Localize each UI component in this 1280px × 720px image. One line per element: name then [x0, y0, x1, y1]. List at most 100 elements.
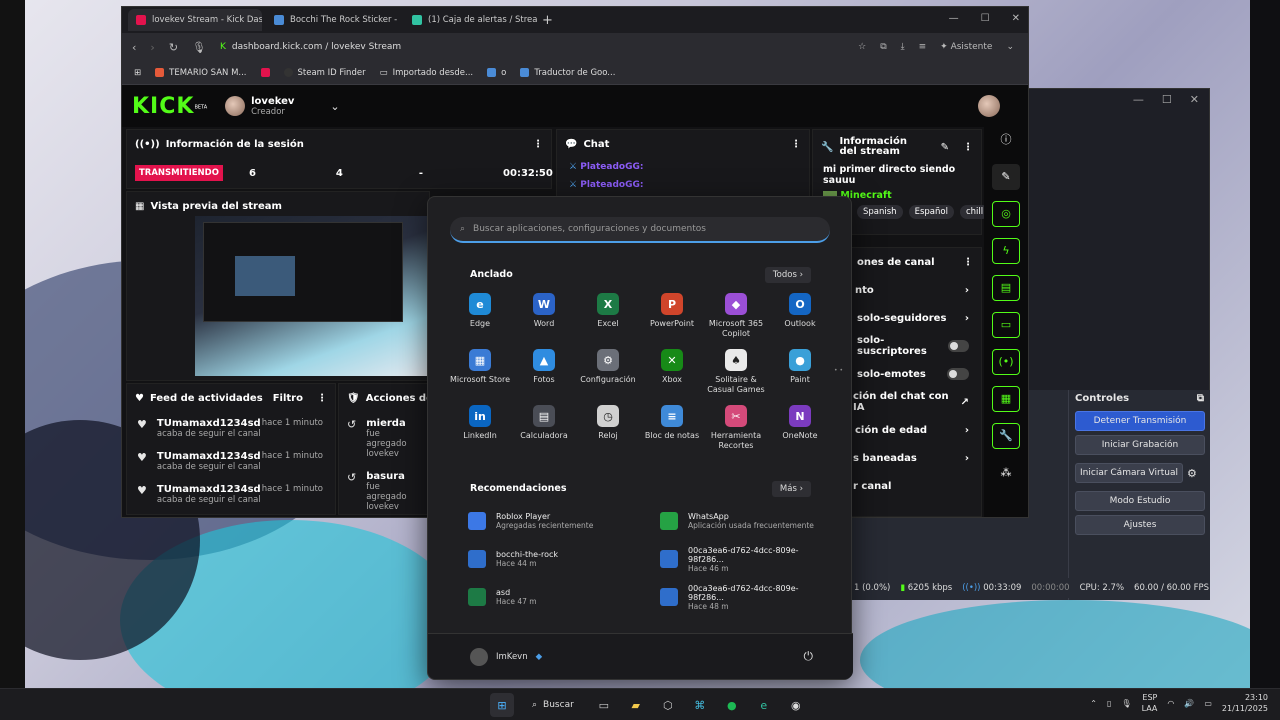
pinned-app[interactable]: ✂ Herramienta Recortes [704, 405, 768, 453]
wifi-icon[interactable]: ◠ [1167, 699, 1174, 708]
windows-start-icon[interactable]: ⊞ [490, 693, 514, 717]
spotify-icon[interactable]: ● [720, 693, 744, 717]
gear-icon[interactable]: ⚙ [1187, 467, 1197, 480]
download-icon[interactable]: ⤓ [901, 42, 905, 52]
tab-kick-dashboard[interactable]: lovekev Stream - Kick Dashbo✕ [128, 9, 262, 31]
bookmark-o[interactable]: o [487, 68, 506, 78]
pinned-app[interactable]: ● Paint [768, 349, 832, 397]
edit-icon[interactable]: ✎ [992, 164, 1020, 190]
extensions-icon[interactable]: ⧉ [880, 42, 886, 52]
pinned-app[interactable]: O Outlook [768, 293, 832, 341]
task-view-icon[interactable]: ▭ [592, 693, 616, 717]
pinned-app[interactable]: ▤ Calculadora [512, 405, 576, 453]
stream-preview-video[interactable] [195, 216, 435, 376]
kick-logo[interactable]: KICKBETA [132, 94, 207, 119]
language-indicator[interactable]: ESP LAA [1142, 692, 1158, 714]
mic-icon[interactable]: 🎙 [1121, 699, 1131, 708]
bookmark-youtube[interactable] [260, 68, 270, 77]
forward-icon[interactable]: › [150, 41, 154, 54]
channel-switcher[interactable]: lovekev Creador ⌄ [225, 96, 340, 117]
tag-chip[interactable]: Español [908, 205, 954, 219]
pinned-app[interactable]: N OneNote [768, 405, 832, 453]
start-recording-button[interactable]: Iniciar Grabación [1075, 435, 1205, 455]
usb-icon[interactable]: ▯ [1107, 699, 1111, 708]
tab-streamlabs[interactable]: (1) Caja de alertas / Streamlab [404, 9, 538, 31]
taskbar-search[interactable]: ⌕ Buscar [522, 693, 584, 717]
capcut-icon[interactable]: ⌘ [688, 693, 712, 717]
volume-icon[interactable]: 🔊 [1184, 699, 1194, 708]
studio-mode-button[interactable]: Modo Estudio [1075, 491, 1205, 511]
pinned-app[interactable]: in LinkedIn [448, 405, 512, 453]
recommendation-item[interactable]: bocchi-the-rock Hace 44 m [468, 545, 660, 573]
undock-icon[interactable]: ⧉ [1197, 393, 1204, 404]
edit-icon[interactable]: ✎ [941, 142, 949, 153]
bookmark-temario[interactable]: TEMARIO SAN M... [155, 68, 247, 78]
reload-icon[interactable]: ↻ [169, 41, 178, 54]
pinned-app[interactable]: W Word [512, 293, 576, 341]
clock[interactable]: 23:10 21/11/2025 [1222, 692, 1268, 714]
obs-icon[interactable]: ◉ [784, 693, 808, 717]
profile-avatar[interactable] [978, 95, 1000, 117]
more-button[interactable]: Más › [771, 481, 811, 497]
edge-icon[interactable]: e [752, 693, 776, 717]
back-icon[interactable]: ‹ [132, 41, 136, 54]
battery-icon[interactable]: ▭ [1204, 699, 1212, 708]
chevron-down-icon[interactable]: ⌄ [330, 100, 339, 113]
menu-icon[interactable]: ≡ [919, 42, 927, 52]
maximize-icon[interactable]: ☐ [1162, 93, 1172, 109]
filter-button[interactable]: Filtro [273, 393, 303, 404]
chevron-down-icon[interactable]: ⌄ [1006, 42, 1014, 52]
chevron-up-icon[interactable]: ⌃ [1090, 699, 1097, 708]
minimize-icon[interactable]: — [949, 13, 959, 24]
stop-streaming-button[interactable]: Detener Transmisión [1075, 411, 1205, 431]
more-icon[interactable]: ⋮ [533, 139, 543, 150]
more-icon[interactable]: ⋮ [791, 139, 801, 150]
close-icon[interactable]: ✕ [1012, 13, 1020, 24]
recommendation-item[interactable]: asd Hace 47 m [468, 583, 660, 611]
pinned-app[interactable]: ≡ Bloc de notas [640, 405, 704, 453]
more-icon[interactable]: ⋮ [963, 142, 973, 153]
start-search-input[interactable]: ⌕ Buscar aplicaciones, configuraciones y… [450, 217, 830, 243]
bookmark-translate[interactable]: Traductor de Goo... [520, 68, 615, 78]
user-avatar[interactable] [470, 647, 488, 666]
camera-icon[interactable]: ◎ [992, 201, 1020, 227]
file-explorer-icon[interactable]: ▰ [624, 693, 648, 717]
all-apps-button[interactable]: Todos › [764, 267, 811, 283]
more-icon[interactable]: ⋮ [317, 393, 327, 404]
recommendation-item[interactable]: 00ca3ea6-d762-4dcc-809e-98f286... Hace 48… [660, 583, 828, 611]
lightning-icon[interactable]: ϟ [992, 238, 1020, 264]
user-name[interactable]: ImKevn [496, 652, 528, 662]
pinned-app[interactable]: ⚙ Configuración [576, 349, 640, 397]
info-icon[interactable]: ⓘ [992, 127, 1020, 153]
url-field[interactable]: Kdashboard.kick.com / lovekev Stream [220, 42, 401, 52]
document-icon[interactable]: ▤ [992, 275, 1020, 301]
pinned-app[interactable]: ✕ Xbox [640, 349, 704, 397]
more-icon[interactable]: ⋮ [963, 257, 973, 268]
settings-button[interactable]: Ajustes [1075, 515, 1205, 535]
new-tab-icon[interactable]: + [542, 13, 553, 28]
close-icon[interactable]: ✕ [1190, 93, 1199, 109]
pinned-app[interactable]: P PowerPoint [640, 293, 704, 341]
recommendation-item[interactable]: WhatsApp Aplicación usada frecuentemente [660, 507, 828, 535]
recommendation-item[interactable]: 00ca3ea6-d762-4dcc-809e-98f286... Hace 46… [660, 545, 828, 573]
start-virtual-camera-button[interactable]: Iniciar Cámara Virtual [1075, 463, 1183, 483]
pinned-app[interactable]: e Edge [448, 293, 512, 341]
pinned-app[interactable]: ♠ Solitaire & Casual Games [704, 349, 768, 397]
maximize-icon[interactable]: ☐ [981, 13, 990, 24]
minimize-icon[interactable]: — [1133, 93, 1144, 109]
pinned-app[interactable]: ▦ Microsoft Store [448, 349, 512, 397]
pinned-app[interactable]: X Excel [576, 293, 640, 341]
tag-chip[interactable]: Spanish [857, 205, 903, 219]
pinned-app[interactable]: ◆ Microsoft 365 Copilot [704, 293, 768, 341]
apps-icon[interactable]: ⊞ [134, 68, 141, 78]
apps-icon[interactable]: ⁂ [992, 460, 1020, 486]
layout-icon[interactable]: ▦ [992, 386, 1020, 412]
bookmark-folder[interactable]: ▭ Importado desde... [380, 68, 474, 78]
pinned-app[interactable]: ▲ Fotos [512, 349, 576, 397]
tab-bocchi-sticker[interactable]: Bocchi The Rock Sticker - Boo [266, 9, 400, 31]
pinned-app[interactable]: ◷ Reloj [576, 405, 640, 453]
mic-icon[interactable]: 🎙 [192, 41, 206, 54]
emotes-only-toggle[interactable] [947, 368, 969, 380]
recommendation-item[interactable]: Roblox Player Agregadas recientemente [468, 507, 660, 535]
wrench-icon[interactable]: 🔧 [992, 423, 1020, 449]
